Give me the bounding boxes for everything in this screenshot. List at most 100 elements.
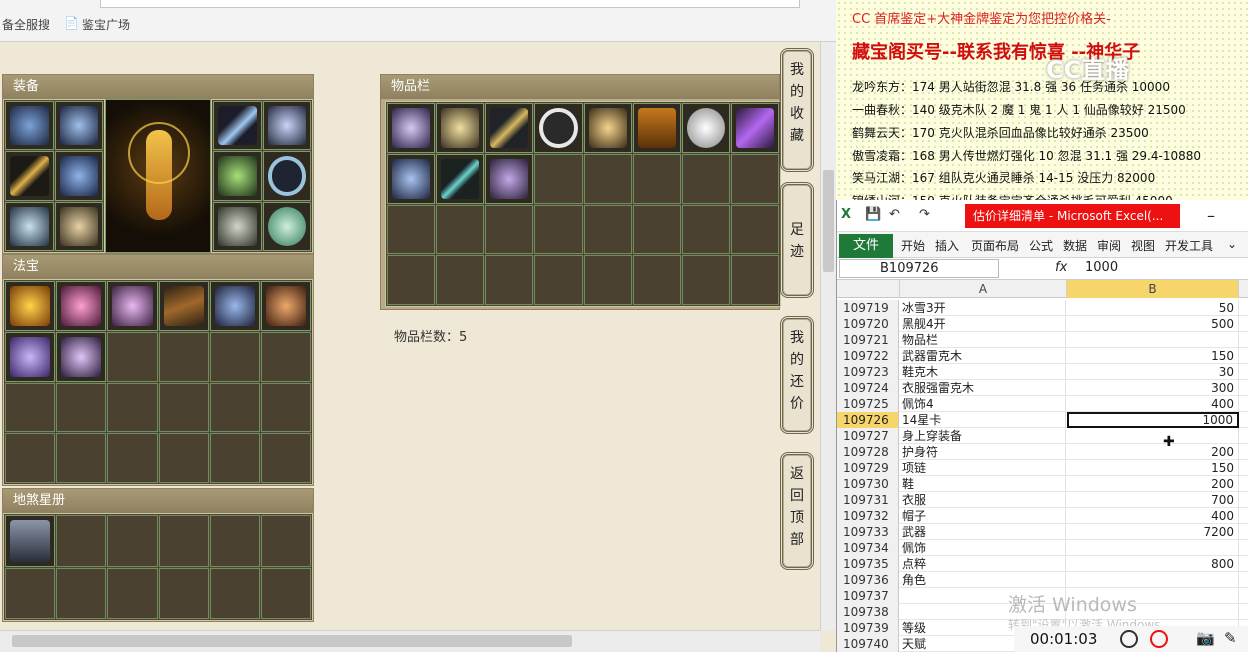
- row-number[interactable]: 109729: [837, 460, 899, 476]
- cell-a[interactable]: 佩饰: [900, 540, 1066, 556]
- inventory-slot[interactable]: [436, 204, 485, 255]
- pause-icon[interactable]: [1120, 630, 1138, 648]
- equipment-slot[interactable]: [262, 101, 311, 151]
- star-card-slot[interactable]: [5, 567, 56, 619]
- equipment-slot[interactable]: [5, 201, 54, 251]
- inventory-slot[interactable]: [485, 255, 534, 305]
- inventory-slot[interactable]: [730, 255, 779, 305]
- row-number[interactable]: 109722: [837, 348, 899, 364]
- tab-insert[interactable]: 插入: [935, 237, 959, 254]
- inventory-slot[interactable]: [681, 103, 730, 153]
- inventory-slot[interactable]: [485, 103, 534, 153]
- equipment-slot[interactable]: [213, 151, 262, 201]
- treasure-slot[interactable]: [107, 281, 158, 331]
- treasure-slot[interactable]: [107, 433, 158, 483]
- treasure-slot[interactable]: [5, 382, 56, 433]
- inventory-slot[interactable]: [583, 103, 632, 153]
- star-card-slot[interactable]: [158, 567, 209, 619]
- star-card-slot[interactable]: [107, 515, 158, 567]
- inventory-slot[interactable]: [485, 153, 534, 204]
- cell-a[interactable]: 身上穿装备: [900, 428, 1066, 444]
- star-card-slot[interactable]: [260, 567, 311, 619]
- inventory-slot[interactable]: [681, 204, 730, 255]
- treasure-slot[interactable]: [260, 331, 311, 382]
- equipment-slot[interactable]: [5, 151, 54, 201]
- formula-input[interactable]: 1000: [1085, 260, 1118, 275]
- row-number[interactable]: 109719: [837, 300, 899, 316]
- treasure-slot[interactable]: [5, 281, 56, 331]
- inventory-slot[interactable]: [632, 103, 681, 153]
- treasure-slot[interactable]: [56, 382, 107, 433]
- row-number[interactable]: 109733: [837, 524, 899, 540]
- row-number[interactable]: 109726: [837, 412, 899, 428]
- row-number[interactable]: 109728: [837, 444, 899, 460]
- row-number[interactable]: 109739: [837, 620, 899, 636]
- star-card-slot[interactable]: [56, 567, 107, 619]
- cell-b[interactable]: 400: [1067, 396, 1239, 412]
- row-number[interactable]: 109735: [837, 556, 899, 572]
- inventory-slot[interactable]: [436, 153, 485, 204]
- tab-page-layout[interactable]: 页面布局: [971, 237, 1019, 254]
- inventory-slot[interactable]: [632, 204, 681, 255]
- scroll-thumb[interactable]: [12, 635, 572, 647]
- inventory-slot[interactable]: [436, 103, 485, 153]
- treasure-slot[interactable]: [260, 382, 311, 433]
- treasure-slot[interactable]: [260, 281, 311, 331]
- inventory-slot[interactable]: [534, 103, 583, 153]
- inventory-slot[interactable]: [387, 103, 436, 153]
- cell-b[interactable]: 700: [1067, 492, 1239, 508]
- inventory-slot[interactable]: [485, 204, 534, 255]
- row-number[interactable]: 109721: [837, 332, 899, 348]
- inventory-slot[interactable]: [534, 255, 583, 305]
- equipment-slot[interactable]: [213, 101, 262, 151]
- minimize-icon[interactable]: –: [1207, 206, 1215, 225]
- equipment-slot[interactable]: [213, 201, 262, 251]
- equipment-slot[interactable]: [54, 101, 103, 151]
- treasure-slot[interactable]: [5, 331, 56, 382]
- cell-a[interactable]: 衣服: [900, 492, 1066, 508]
- treasure-slot[interactable]: [5, 433, 56, 483]
- equipment-slot[interactable]: [5, 101, 54, 151]
- column-header-b[interactable]: B: [1067, 280, 1239, 298]
- row-number[interactable]: 109723: [837, 364, 899, 380]
- star-card-slot[interactable]: [158, 515, 209, 567]
- row-number[interactable]: 109727: [837, 428, 899, 444]
- cell-a[interactable]: 武器雷克木: [900, 348, 1066, 364]
- inventory-slot[interactable]: [583, 255, 632, 305]
- star-card-slot[interactable]: [107, 567, 158, 619]
- inventory-slot[interactable]: [632, 153, 681, 204]
- equipment-slot[interactable]: [262, 151, 311, 201]
- fx-icon[interactable]: fx: [1055, 260, 1067, 275]
- star-card-slot[interactable]: [260, 515, 311, 567]
- pen-icon[interactable]: ✎: [1224, 629, 1237, 647]
- side-nav-my-offers[interactable]: 我 的 还 价: [780, 316, 814, 434]
- inventory-slot[interactable]: [730, 103, 779, 153]
- cell-a[interactable]: 佩饰4: [900, 396, 1066, 412]
- treasure-slot[interactable]: [56, 331, 107, 382]
- star-card-slot[interactable]: [5, 515, 56, 567]
- cell-b[interactable]: 150: [1067, 348, 1239, 364]
- row-number[interactable]: 109734: [837, 540, 899, 556]
- row-number[interactable]: 109725: [837, 396, 899, 412]
- cell-a[interactable]: 点粹: [900, 556, 1066, 572]
- cell-a[interactable]: 物品栏: [900, 332, 1066, 348]
- inventory-slot[interactable]: [387, 153, 436, 204]
- cell-b[interactable]: 800: [1067, 556, 1239, 572]
- side-nav-back-to-top[interactable]: 返 回 顶 部: [780, 452, 814, 570]
- treasure-slot[interactable]: [56, 433, 107, 483]
- cell-a[interactable]: 黑舰4开: [900, 316, 1066, 332]
- cell-b[interactable]: 400: [1067, 508, 1239, 524]
- camera-icon[interactable]: 📷: [1196, 629, 1215, 647]
- tab-developer[interactable]: 开发工具: [1165, 237, 1213, 254]
- page-vertical-scrollbar[interactable]: [820, 42, 836, 630]
- row-number[interactable]: 109730: [837, 476, 899, 492]
- treasure-slot[interactable]: [209, 382, 260, 433]
- equipment-slot[interactable]: [262, 201, 311, 251]
- cell-a[interactable]: 角色: [900, 572, 1066, 588]
- inventory-slot[interactable]: [534, 153, 583, 204]
- cell-b[interactable]: 300: [1067, 380, 1239, 396]
- inventory-slot[interactable]: [681, 255, 730, 305]
- name-box[interactable]: B109726: [839, 259, 999, 278]
- cell-b[interactable]: 30: [1067, 364, 1239, 380]
- cell-a[interactable]: 衣服强雷克木: [900, 380, 1066, 396]
